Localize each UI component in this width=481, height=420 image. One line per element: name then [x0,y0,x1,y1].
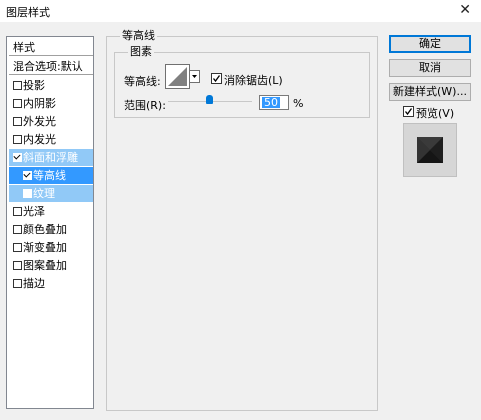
style-item-label: 光泽 [23,205,45,218]
bevel-emboss-checkbox[interactable] [13,153,22,162]
window-title: 图层样式 [6,6,50,19]
drop-shadow-checkbox[interactable] [13,81,22,90]
style-item-color-overlay[interactable]: 颜色叠加 [9,221,93,238]
style-item-contour[interactable]: 等高线 [9,167,93,184]
preview-label: 预览(V) [416,107,455,120]
color-overlay-checkbox[interactable] [13,225,22,234]
style-item-label: 内发光 [23,133,56,146]
range-slider-thumb[interactable] [206,95,213,104]
stroke-checkbox[interactable] [13,279,22,288]
range-value: 50 [262,96,280,109]
style-item-label: 描边 [23,277,45,290]
style-item-inner-glow[interactable]: 内发光 [9,131,93,148]
satin-checkbox[interactable] [13,207,22,216]
style-item-label: 颜色叠加 [23,223,67,236]
texture-checkbox[interactable] [23,189,32,198]
inner-glow-checkbox[interactable] [13,135,22,144]
blend-options-item[interactable]: 混合选项:默认 [9,58,93,75]
preview-thumbnail [403,123,457,177]
contour-checkbox[interactable] [23,171,32,180]
style-item-label: 斜面和浮雕 [23,151,78,164]
style-item-label: 纹理 [33,187,55,200]
style-item-drop-shadow[interactable]: 投影 [9,77,93,94]
style-item-label: 渐变叠加 [23,241,67,254]
outer-glow-checkbox[interactable] [13,117,22,126]
style-item-stroke[interactable]: 描边 [9,275,93,292]
style-item-bevel-emboss[interactable]: 斜面和浮雕 [9,149,93,166]
style-list: 样式 混合选项:默认 投影 内阴影 外发光 内发光 斜面和浮雕 等高线 纹理 光… [6,36,94,409]
ok-button[interactable]: 确定 [389,35,471,53]
style-item-label: 投影 [23,79,45,92]
range-label: 范围(R): [124,99,166,112]
style-item-label: 图案叠加 [23,259,67,272]
style-item-gradient-overlay[interactable]: 渐变叠加 [9,239,93,256]
chevron-down-icon [192,75,197,78]
new-style-button[interactable]: 新建样式(W)... [389,83,471,101]
inner-shadow-checkbox[interactable] [13,99,22,108]
cancel-button[interactable]: 取消 [389,59,471,77]
group-title: 图素 [128,45,154,58]
style-item-pattern-overlay[interactable]: 图案叠加 [9,257,93,274]
style-item-label: 等高线 [33,169,66,182]
style-item-texture[interactable]: 纹理 [9,185,93,202]
range-input[interactable]: 50 [259,95,289,110]
style-item-label: 外发光 [23,115,56,128]
style-item-inner-shadow[interactable]: 内阴影 [9,95,93,112]
preview-checkbox[interactable] [403,106,414,117]
check-icon [404,108,413,116]
style-list-header: 样式 [9,39,93,56]
gradient-overlay-checkbox[interactable] [13,243,22,252]
contour-picker[interactable] [165,64,190,89]
section-title: 等高线 [120,29,157,42]
close-icon[interactable]: ✕ [459,2,471,18]
antialias-checkbox[interactable] [211,73,222,84]
style-item-satin[interactable]: 光泽 [9,203,93,220]
contour-curve-icon [168,67,187,86]
antialias-label: 消除锯齿(L) [224,74,283,87]
title-bar: 图层样式 ✕ [0,0,481,22]
preview-swatch-icon [417,137,443,163]
style-item-label: 内阴影 [23,97,56,110]
range-unit: % [293,97,304,110]
pattern-overlay-checkbox[interactable] [13,261,22,270]
contour-label: 等高线: [124,75,161,88]
style-item-outer-glow[interactable]: 外发光 [9,113,93,130]
contour-dropdown-button[interactable] [190,70,200,83]
check-icon [212,75,221,83]
